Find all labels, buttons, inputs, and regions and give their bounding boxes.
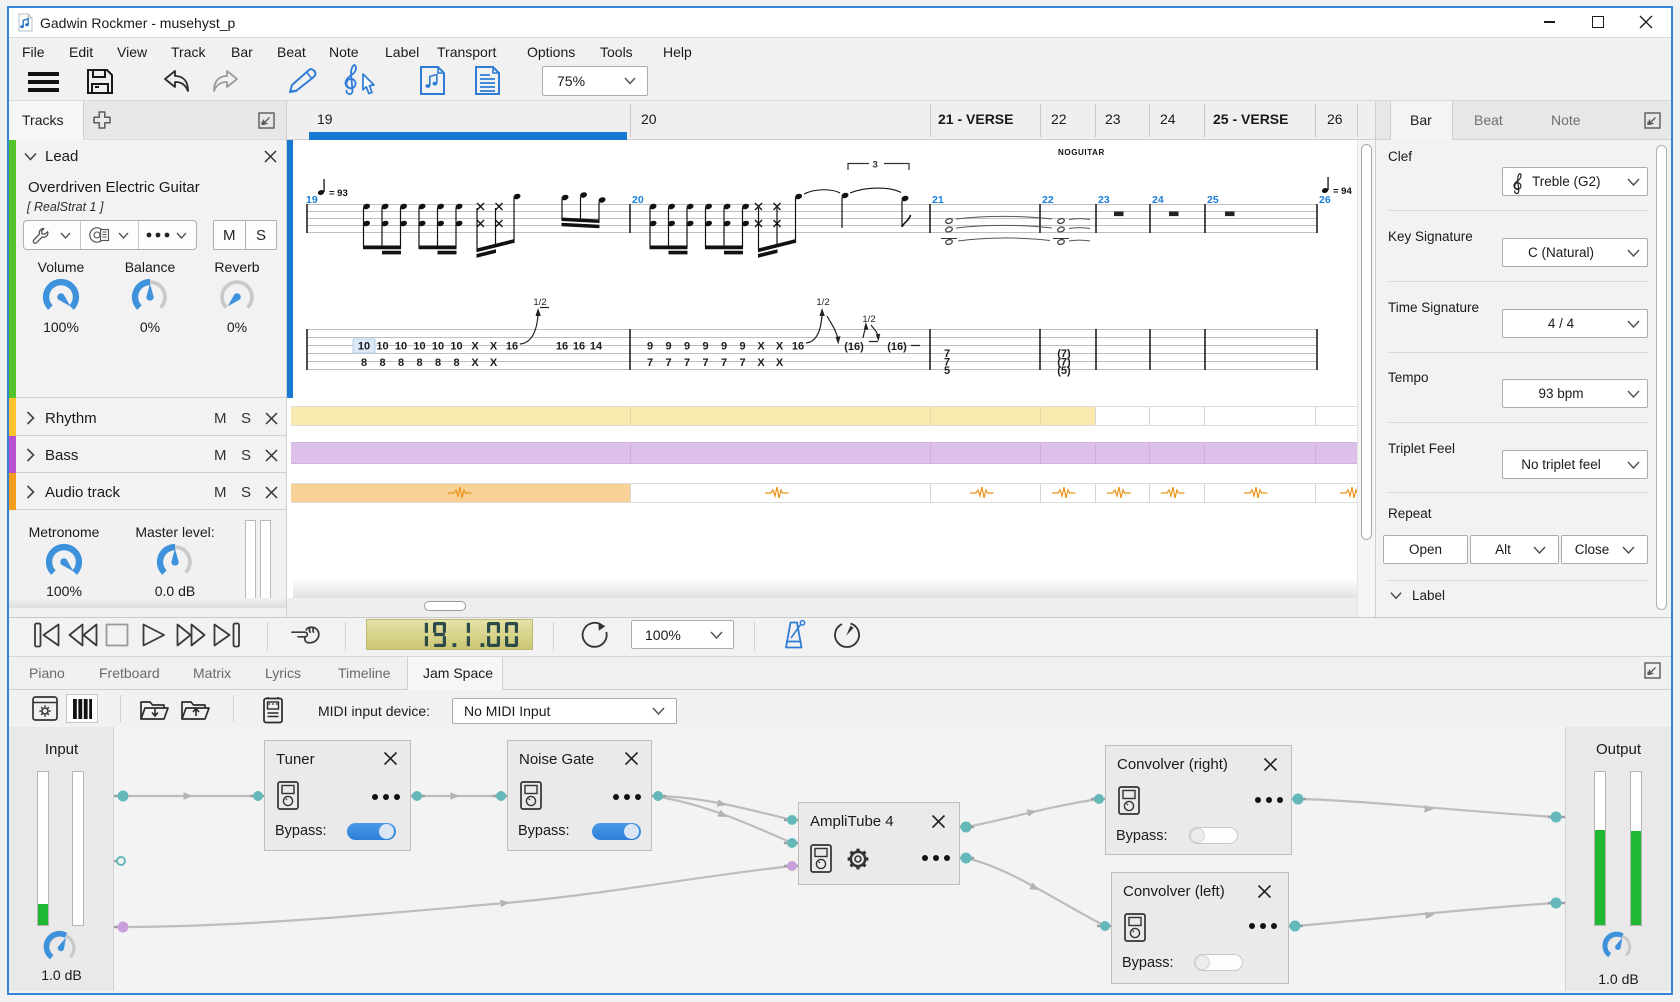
svg-text:(5): (5)	[1057, 365, 1071, 377]
svg-text:9: 9	[721, 341, 727, 353]
svg-text:10: 10	[376, 341, 388, 353]
svg-text:14: 14	[590, 341, 603, 353]
svg-text:X: X	[471, 357, 479, 369]
svg-text:X: X	[490, 341, 498, 353]
svg-text:16: 16	[506, 341, 518, 353]
svg-text:X: X	[757, 357, 765, 369]
svg-text:7: 7	[665, 357, 671, 369]
svg-text:8: 8	[379, 357, 385, 369]
svg-text:(16): (16)	[844, 341, 864, 353]
svg-text:16: 16	[792, 341, 804, 353]
svg-text:24: 24	[1152, 194, 1164, 206]
svg-text:X: X	[776, 357, 784, 369]
svg-text:X: X	[490, 357, 498, 369]
svg-text:7: 7	[721, 357, 727, 369]
svg-text:10: 10	[432, 341, 444, 353]
svg-text:9: 9	[702, 341, 708, 353]
svg-text:10: 10	[450, 341, 462, 353]
svg-text:20: 20	[632, 194, 644, 206]
svg-text:1/2: 1/2	[816, 297, 829, 308]
svg-text:9: 9	[647, 341, 653, 353]
svg-text:7: 7	[739, 357, 745, 369]
svg-text:16: 16	[556, 341, 568, 353]
svg-text:5: 5	[944, 365, 950, 377]
svg-text:7: 7	[684, 357, 690, 369]
svg-text:7: 7	[647, 357, 653, 369]
svg-text:= 93: = 93	[329, 188, 348, 199]
svg-text:22: 22	[1042, 194, 1054, 206]
svg-text:X: X	[757, 341, 765, 353]
svg-text:19: 19	[306, 194, 318, 206]
svg-text:25: 25	[1207, 194, 1219, 206]
svg-text:9: 9	[684, 341, 690, 353]
svg-text:7: 7	[702, 357, 708, 369]
svg-text:X: X	[776, 341, 784, 353]
svg-text:26: 26	[1319, 194, 1331, 206]
svg-text:NOGUITAR: NOGUITAR	[1058, 148, 1105, 157]
svg-text:= 94: = 94	[1333, 186, 1352, 197]
svg-text:(16): (16)	[887, 341, 907, 353]
svg-text:3: 3	[873, 160, 878, 171]
svg-text:16: 16	[573, 341, 585, 353]
svg-text:X: X	[471, 341, 479, 353]
svg-text:10: 10	[358, 341, 370, 353]
svg-text:10: 10	[395, 341, 407, 353]
svg-text:8: 8	[361, 357, 367, 369]
svg-text:9: 9	[739, 341, 745, 353]
svg-text:1/2: 1/2	[533, 297, 546, 308]
svg-text:23: 23	[1098, 194, 1110, 206]
svg-text:8: 8	[435, 357, 441, 369]
svg-text:8: 8	[398, 357, 404, 369]
svg-text:8: 8	[416, 357, 422, 369]
svg-text:1/2: 1/2	[862, 314, 875, 325]
svg-text:8: 8	[453, 357, 459, 369]
svg-text:9: 9	[665, 341, 671, 353]
svg-text:10: 10	[413, 341, 425, 353]
svg-text:21: 21	[932, 194, 944, 206]
